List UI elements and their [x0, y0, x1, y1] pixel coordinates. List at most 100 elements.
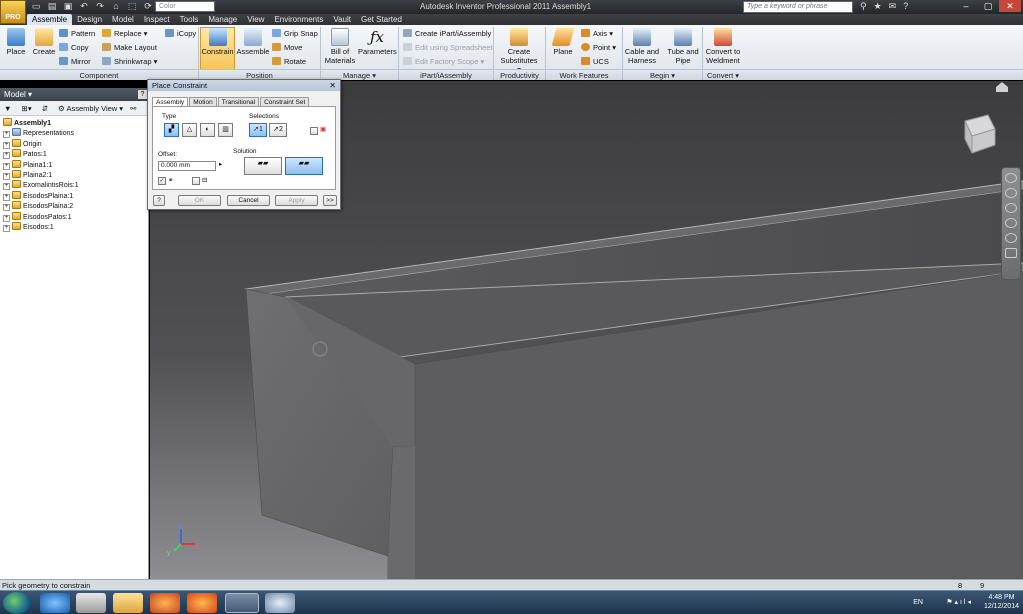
expand-icon[interactable]: + — [3, 172, 10, 180]
steering-wheel-icon[interactable] — [1005, 173, 1017, 183]
tab-tools[interactable]: Tools — [175, 14, 204, 25]
create-ipart-button[interactable]: Create iPart/iAssembly — [403, 29, 491, 38]
make-layout-button[interactable]: Make Layout — [102, 43, 157, 52]
binoculars-icon[interactable]: ⚯ — [130, 104, 136, 113]
expand-icon[interactable]: + — [3, 193, 10, 201]
tree-item[interactable]: + Patos:1 — [3, 149, 79, 160]
help-search-input[interactable]: Type a keyword or phrase — [743, 1, 853, 13]
tab-view[interactable]: View — [242, 14, 269, 25]
mate-constraint-button[interactable]: ▞ — [164, 123, 179, 137]
expand-icon[interactable]: + — [3, 204, 10, 212]
tree-item[interactable]: + ExomalintisRois:1 — [3, 180, 79, 191]
edit-spreadsheet-button[interactable]: Edit using Spreadsheet — [403, 43, 493, 52]
help-icon[interactable]: ? — [903, 1, 908, 12]
navbar-menu-icon[interactable] — [1005, 248, 1017, 258]
new-icon[interactable]: ▭ — [30, 1, 42, 12]
axis-button[interactable]: Axis ▾ — [581, 29, 613, 38]
create-button[interactable]: Create — [31, 28, 57, 56]
tree-item[interactable]: + Representations — [3, 128, 79, 139]
offset-input[interactable]: 0.000 mm — [158, 161, 216, 171]
convert-weldment-button[interactable]: Convert to Weldment — [704, 28, 742, 65]
tree-item[interactable]: + Origin — [3, 138, 79, 149]
paint-icon[interactable] — [265, 593, 295, 613]
create-substitutes-button[interactable]: Create Substitutes ▾ — [499, 28, 539, 74]
dialog-close-icon[interactable]: ✕ — [329, 80, 336, 91]
tab-model[interactable]: Model — [107, 14, 139, 25]
expand-icon[interactable]: + — [3, 224, 10, 232]
binoculars-icon[interactable]: ⚲ — [860, 1, 867, 12]
replace-button[interactable]: Replace ▾ — [102, 29, 147, 38]
ok-button[interactable]: OK — [178, 195, 221, 206]
application-menu-button[interactable]: PRO — [0, 0, 26, 24]
help-button[interactable]: ? — [153, 195, 165, 206]
internet-explorer-icon[interactable] — [40, 593, 70, 613]
edit-factory-scope-button[interactable]: Edit Factory Scope ▾ — [403, 57, 484, 66]
tube-pipe-button[interactable]: Tube and Pipe — [665, 28, 701, 65]
update-icon[interactable]: ⟳ — [142, 1, 154, 12]
home-view-icon[interactable] — [996, 82, 1008, 92]
angle-constraint-button[interactable]: △ — [182, 123, 197, 137]
home-icon[interactable]: ⌂ — [110, 1, 122, 12]
apply-button[interactable]: Apply — [275, 195, 318, 206]
tab-vault[interactable]: Vault — [328, 14, 356, 25]
pattern-button[interactable]: Pattern — [59, 29, 95, 38]
flush-solution-button[interactable]: ▰▰ — [285, 157, 323, 175]
start-button[interactable] — [3, 592, 31, 614]
mirror-button[interactable]: Mirror — [59, 57, 91, 66]
tree-root[interactable]: Assembly1 — [3, 118, 79, 128]
rotate-button[interactable]: Rotate — [272, 57, 306, 66]
tree-item[interactable]: + Plaina2:1 — [3, 169, 79, 180]
firefox-icon[interactable] — [187, 593, 217, 613]
insert-constraint-button[interactable]: ▥ — [218, 123, 233, 137]
constrain-button[interactable]: Constrain — [201, 28, 234, 56]
select-icon[interactable]: ⬚ — [126, 1, 138, 12]
selection-1-button[interactable]: ➚1 — [249, 123, 267, 137]
mate-solution-button[interactable]: ▰▰ — [244, 157, 282, 175]
parameters-button[interactable]: ƒx Parameters — [358, 28, 397, 56]
tab-assemble[interactable]: Assemble — [27, 14, 73, 25]
tree-item[interactable]: + EisodosPlaina:1 — [3, 190, 79, 201]
icopy-button[interactable]: iCopy — [165, 29, 196, 38]
expand-icon[interactable]: + — [3, 183, 10, 191]
tab-inspect[interactable]: Inspect — [139, 14, 175, 25]
help-icon[interactable]: ? — [138, 90, 147, 99]
language-indicator[interactable]: EN — [913, 598, 923, 607]
bill-of-materials-button[interactable]: Bill of Materials — [323, 28, 357, 65]
model-browser-header[interactable]: Model ▾ ? — [0, 88, 149, 101]
color-select[interactable]: Color — [155, 1, 215, 12]
pan-icon[interactable] — [1005, 188, 1017, 198]
tree-item[interactable]: + EisodosPlaina:2 — [3, 201, 79, 212]
redo-icon[interactable]: ↷ — [94, 1, 106, 12]
media-player-icon[interactable] — [76, 593, 106, 613]
grip-snap-button[interactable]: Grip Snap — [272, 29, 318, 38]
ucs-button[interactable]: UCS — [581, 57, 609, 66]
tree-icon[interactable]: ⊞▾ — [22, 104, 32, 113]
more-button[interactable]: >> — [323, 195, 337, 206]
expand-icon[interactable]: + — [3, 162, 10, 170]
offset-arrow-icon[interactable]: ▸ — [219, 160, 222, 168]
viewcube[interactable] — [964, 114, 996, 154]
expand-icon[interactable]: + — [3, 152, 10, 160]
communication-icon[interactable]: ✉ — [889, 1, 897, 12]
assemble-button[interactable]: Assemble — [236, 28, 270, 56]
tab-get-started[interactable]: Get Started — [356, 14, 407, 25]
expand-icon[interactable]: + — [3, 141, 10, 149]
tree-item[interactable]: + Plaina1:1 — [3, 159, 79, 170]
minimize-button[interactable]: – — [955, 0, 977, 12]
media-app-icon[interactable] — [150, 593, 180, 613]
tangent-constraint-button[interactable]: ◐ — [200, 123, 215, 137]
move-button[interactable]: Move — [272, 43, 302, 52]
plane-button[interactable]: Plane — [549, 28, 577, 56]
show-preview-checkbox[interactable]: ✓ — [158, 177, 166, 185]
close-button[interactable]: ✕ — [999, 0, 1021, 12]
open-icon[interactable]: ▤ — [46, 1, 58, 12]
tab-manage[interactable]: Manage — [203, 14, 242, 25]
point-button[interactable]: Point ▾ — [581, 43, 616, 52]
save-icon[interactable]: ▣ — [62, 1, 74, 12]
orbit-icon[interactable] — [1005, 218, 1017, 228]
clock[interactable]: 4:48 PM 12/12/2014 — [984, 593, 1019, 611]
undo-icon[interactable]: ↶ — [78, 1, 90, 12]
predict-offset-checkbox[interactable] — [192, 177, 200, 185]
filter-icon[interactable]: ▼ — [4, 104, 11, 113]
cable-harness-button[interactable]: Cable and Harness — [623, 28, 661, 65]
